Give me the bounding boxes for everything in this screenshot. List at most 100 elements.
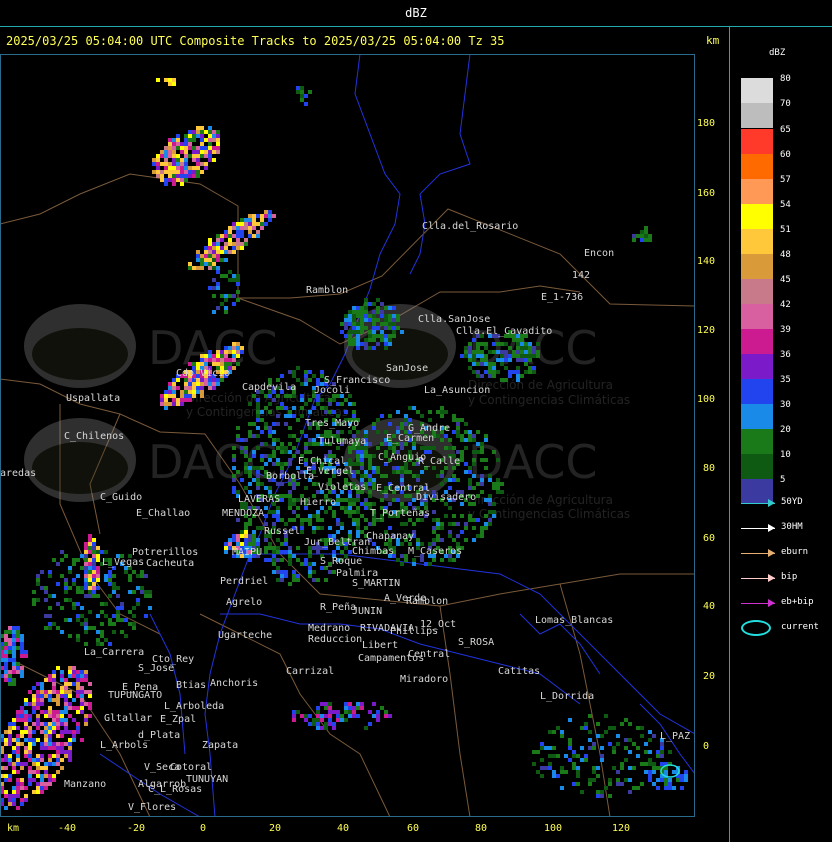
y-tick-label: 80 <box>703 463 716 474</box>
legend-label-45: 45 <box>780 275 791 285</box>
legend-swatch-42 <box>741 304 773 329</box>
place-label: Ugarteche <box>218 630 272 641</box>
y-tick-label: 140 <box>697 256 716 267</box>
place-label: G_Andre <box>408 423 450 434</box>
y-tick-label: 20 <box>703 671 716 682</box>
legend-label-48: 48 <box>780 250 791 260</box>
place-label: R_Calle <box>418 456 460 467</box>
x-tick-label: -40 <box>58 823 77 834</box>
legend-swatch-54 <box>741 204 773 229</box>
legend-label-10: 10 <box>780 450 791 460</box>
header-divider <box>0 26 832 27</box>
x-tick-label: 0 <box>200 823 207 834</box>
place-label: TUPUNGATO <box>108 690 162 701</box>
legend-label-51: 51 <box>780 225 791 235</box>
track-label-50YD: 50YD <box>781 497 803 507</box>
place-label: Hierro <box>300 497 336 508</box>
place-label: Tulumaya <box>318 436 366 447</box>
place-label: S_MARTIN <box>352 578 400 589</box>
place-label: S_ROSA <box>458 637 494 648</box>
map-subtitle: 2025/03/25 05:04:00 UTC Composite Tracks… <box>6 34 505 48</box>
place-label: Encon <box>584 248 614 259</box>
place-label: Carrizal <box>286 666 334 677</box>
y-tick-label: 120 <box>697 325 716 336</box>
radar-map[interactable]: DACC DACC Dirección de Agricultura y Con… <box>0 54 695 817</box>
place-label: Reduccion <box>308 634 362 645</box>
legend-title: dBZ <box>769 48 786 58</box>
y-tick-label: 160 <box>697 188 716 199</box>
arrow-head-icon <box>768 574 775 582</box>
place-label: E_Challao <box>136 508 190 519</box>
place-label: L_Arbols <box>100 740 148 751</box>
legend-swatch-48 <box>741 254 773 279</box>
y-axis-unit: km <box>706 34 720 47</box>
legend-swatch-80 <box>741 78 773 103</box>
legend-label-70: 70 <box>780 99 791 109</box>
legend-label-42: 42 <box>780 300 791 310</box>
place-label: 142 <box>572 270 590 281</box>
legend-swatch-51 <box>741 229 773 254</box>
legend-label-54: 54 <box>780 200 791 210</box>
place-label: SanJose <box>386 363 428 374</box>
place-label: S_Jose <box>138 663 174 674</box>
place-label: C_Guido <box>100 492 142 503</box>
x-tick-label: 60 <box>407 823 420 834</box>
track-label-eb+bip: eb+bip <box>781 597 814 607</box>
legend-swatch-60 <box>741 154 773 179</box>
x-tick-label: 120 <box>612 823 631 834</box>
watermark-brand: DACC <box>148 321 278 375</box>
place-label: Libert <box>362 640 398 651</box>
place-label: Capdevila <box>242 382 296 393</box>
place-label: Violetas <box>318 482 366 493</box>
legend-swatch-36 <box>741 354 773 379</box>
place-label: Catitas <box>498 666 540 677</box>
place-label: La_Asuncion <box>424 385 490 396</box>
place-label: E_Carmen <box>386 433 434 444</box>
current-ellipse-icon <box>741 620 771 636</box>
place-label: Jocoli <box>314 385 350 396</box>
place-label: Borbolla <box>266 471 314 482</box>
window-title: dBZ <box>405 6 427 20</box>
place-label: S_Roque <box>320 556 362 567</box>
legend-swatch-10 <box>741 454 773 479</box>
y-tick-label: 100 <box>697 394 716 405</box>
x-tick-label: 80 <box>475 823 488 834</box>
place-label: Divisadero <box>416 492 476 503</box>
legend-divider <box>729 27 730 842</box>
legend-label-35: 35 <box>780 375 791 385</box>
arrow-head-icon <box>768 499 775 507</box>
place-label: aredas <box>0 468 36 479</box>
place-label: Ramblon <box>306 285 348 296</box>
place-label: LAVERAS <box>238 494 280 505</box>
place-label: Cdo_Vicio <box>176 368 230 379</box>
current-label: current <box>781 622 819 632</box>
place-label: 12_Oct <box>420 619 456 630</box>
track-label-bip: bip <box>781 572 798 582</box>
legend-swatch-70 <box>741 103 773 128</box>
place-label: L_Arboleda <box>164 701 224 712</box>
place-label: Central <box>408 649 450 660</box>
place-label: T_Porteñas <box>370 508 430 519</box>
track-label-30HM: 30HM <box>781 522 803 532</box>
legend-label-36: 36 <box>780 350 791 360</box>
place-label: L_Dorrida <box>540 691 594 702</box>
x-tick-label: -20 <box>127 823 146 834</box>
watermark-line2: y Contingencias Climáticas <box>468 393 630 407</box>
place-label: Clla.del_Rosario <box>422 221 518 232</box>
x-tick-label: 100 <box>544 823 563 834</box>
arrow-head-icon <box>768 524 775 532</box>
legend-label-57: 57 <box>780 175 791 185</box>
y-tick-label: 60 <box>703 533 716 544</box>
place-label: V_Flores <box>128 802 176 813</box>
legend-swatch-65 <box>741 129 773 154</box>
legend-swatch-39 <box>741 329 773 354</box>
arrow-head-icon <box>768 549 775 557</box>
legend-swatch-57 <box>741 179 773 204</box>
place-label: Perdriel <box>220 576 268 587</box>
legend-label-39: 39 <box>780 325 791 335</box>
place-label: Ramblon <box>406 596 448 607</box>
place-label: Clla.SanJose <box>418 314 490 325</box>
place-label: Anchoris <box>210 678 258 689</box>
place-label: Chapanay <box>366 531 414 542</box>
place-label: MAIPU <box>232 547 262 558</box>
